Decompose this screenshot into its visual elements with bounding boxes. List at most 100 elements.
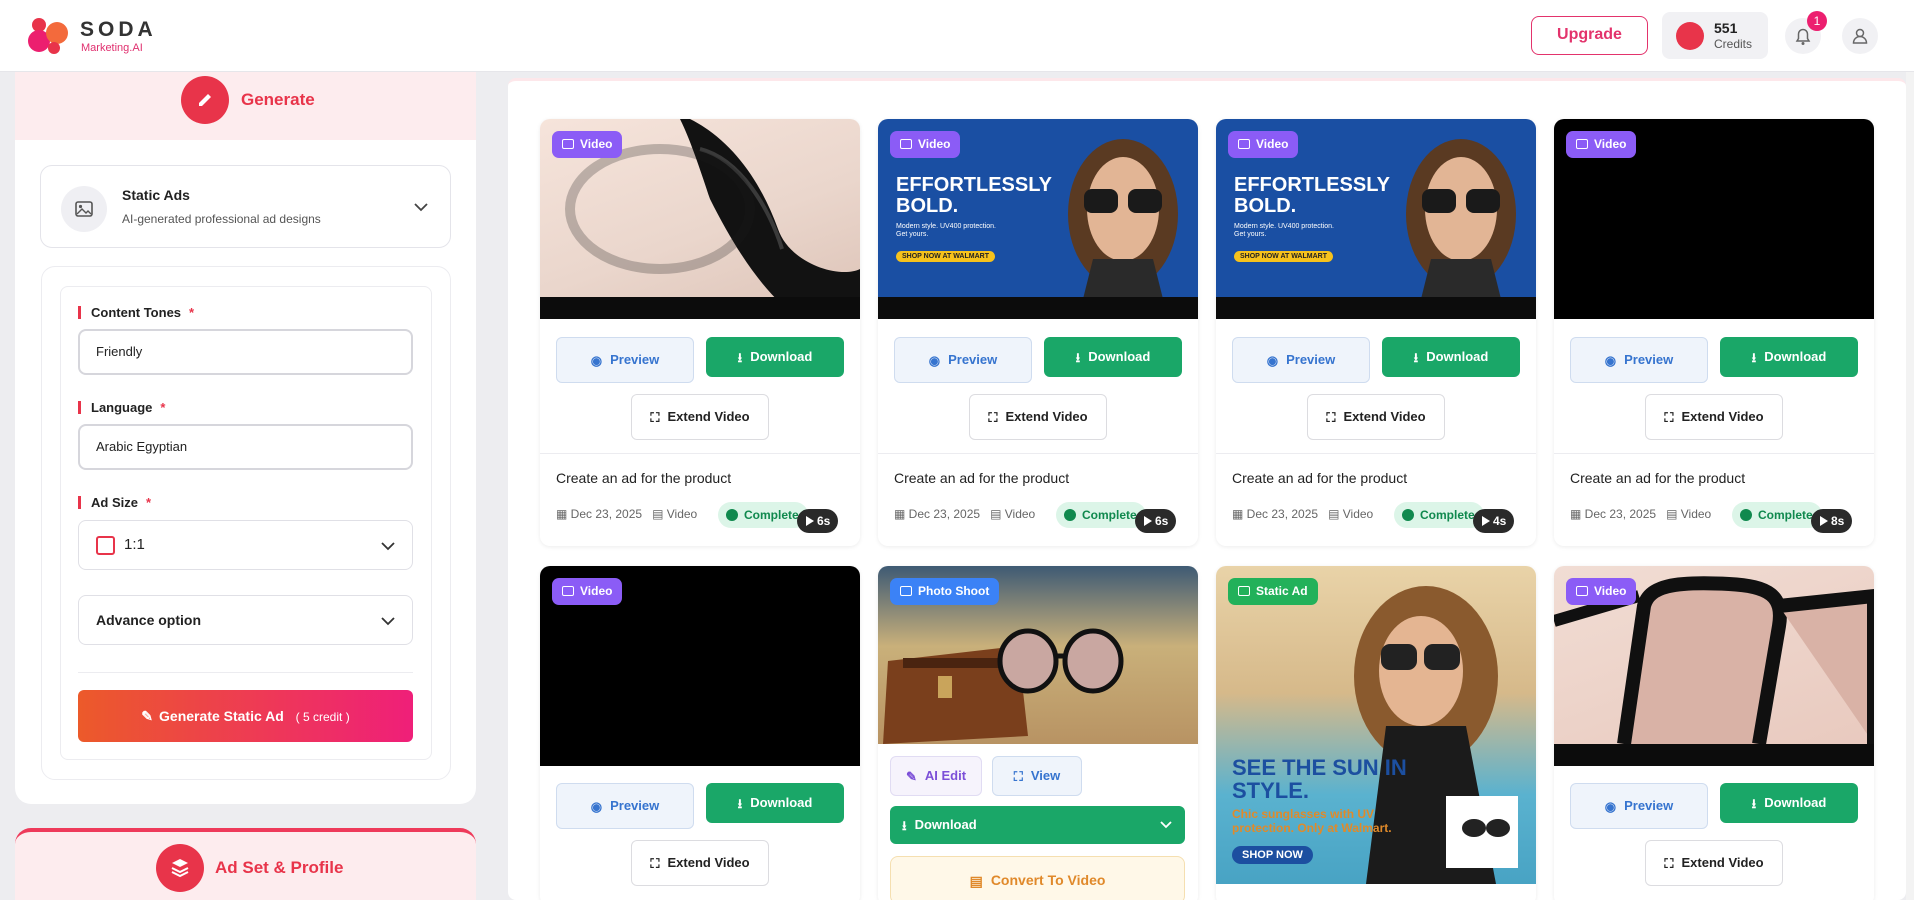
film-icon — [1576, 139, 1588, 149]
preview-label: Preview — [1286, 352, 1336, 367]
tones-label-text: Content Tones — [91, 305, 182, 320]
download-icon: ⭳ — [1075, 349, 1081, 365]
credits-label: Credits — [1714, 37, 1753, 51]
generate-button-label: Generate Static Ad — [159, 708, 284, 724]
card-divider — [1554, 453, 1874, 454]
chevron-down-icon — [381, 542, 395, 551]
view-button[interactable]: ⛶ View — [992, 756, 1082, 796]
status-badge: Completed — [718, 502, 808, 528]
required-mark: * — [189, 305, 195, 320]
download-button[interactable]: ⭳ Download — [1382, 337, 1520, 377]
static-ad-thumbnail[interactable] — [1216, 566, 1536, 884]
extend-video-button[interactable]: ⛶ Extend Video — [631, 840, 769, 886]
gallery-area: Video ◉ Preview ⭳ Download ⛶ Extend Video C… — [508, 78, 1906, 900]
download-icon: ⭳ — [1413, 349, 1419, 365]
preview-label: Preview — [1624, 352, 1674, 367]
calendar-icon: ▦ — [556, 507, 571, 521]
type-tag: Video — [552, 578, 623, 605]
download-button[interactable]: ⭳ Download — [706, 337, 844, 377]
duration-label: 8s — [1831, 514, 1845, 528]
type-tag: Video — [552, 131, 623, 158]
extend-video-button[interactable]: ⛶ Extend Video — [1645, 840, 1783, 886]
type-tag: Video — [890, 131, 961, 158]
ad-size-select[interactable]: 1:1 — [78, 520, 413, 570]
film-icon: ▤ — [1666, 507, 1681, 521]
user-menu-button[interactable] — [1842, 18, 1878, 54]
required-mark: * — [160, 400, 166, 415]
card-kind: Video — [1004, 507, 1036, 521]
ad-body: Chic sunglasses with UV protection. Only… — [1232, 807, 1392, 835]
extend-video-button[interactable]: ⛶ Extend Video — [1307, 394, 1445, 440]
extend-video-button[interactable]: ⛶ Extend Video — [631, 394, 769, 440]
preview-button[interactable]: ◉ Preview — [556, 337, 694, 383]
chevron-down-icon — [414, 203, 428, 212]
top-header: SODA Marketing.AI Upgrade 551 Credits 1 — [0, 0, 1914, 72]
credits-chip[interactable]: 551 Credits — [1662, 12, 1768, 59]
advance-option-toggle[interactable]: Advance option — [78, 595, 413, 645]
ai-edit-button[interactable]: ✎ AI Edit — [890, 756, 982, 796]
card-meta: ▦ Dec 23, 2025 ▤ Video — [894, 507, 1035, 521]
ad-cta: SHOP NOW AT WALMART — [896, 251, 995, 262]
video-card: EFFORTLESSLY BOLD. Modern style. UV400 p… — [1216, 119, 1536, 546]
film-icon: ▤ — [652, 507, 667, 521]
generate-static-ad-button[interactable]: ✎ Generate Static Ad ( 5 credit ) — [78, 690, 413, 742]
extend-video-button[interactable]: ⛶ Extend Video — [969, 394, 1107, 440]
type-tag: Video — [1566, 131, 1637, 158]
eye-icon: ◉ — [1266, 352, 1279, 368]
language-input[interactable]: Arabic Egyptian — [78, 424, 413, 470]
download-button[interactable]: ⭳ Download — [1720, 337, 1858, 377]
advance-option-label: Advance option — [96, 612, 202, 628]
duration-label: 6s — [1155, 514, 1169, 528]
view-label: View — [1030, 768, 1061, 783]
logo-subtitle: Marketing.AI — [81, 42, 143, 54]
preview-button[interactable]: ◉ Preview — [1570, 783, 1708, 829]
ad-type-selector[interactable] — [40, 165, 451, 248]
card-caption: Create an ad for the product — [894, 470, 1070, 486]
page-scrollbar[interactable] — [1906, 72, 1914, 900]
download-button[interactable]: ⭳ Download — [706, 783, 844, 823]
play-icon — [1482, 516, 1490, 526]
download-button[interactable]: ⭳ Download — [1044, 337, 1182, 377]
preview-button[interactable]: ◉ Preview — [894, 337, 1032, 383]
type-tag-label: Video — [580, 584, 613, 598]
film-icon — [562, 139, 574, 149]
film-icon: ▤ — [1328, 507, 1343, 521]
type-tag-label: Static Ad — [1256, 584, 1308, 598]
chevron-down-icon — [1160, 821, 1172, 829]
card-divider — [540, 453, 860, 454]
duration-label: 4s — [1493, 514, 1507, 528]
download-icon: ⭳ — [737, 349, 743, 365]
layers-icon — [171, 859, 189, 878]
download-icon: ⭳ — [1751, 795, 1757, 811]
convert-to-video-button[interactable]: ▤ Convert To Video — [890, 856, 1185, 900]
chevron-down-icon — [381, 617, 395, 626]
duration-badge: 6s — [1135, 509, 1177, 533]
convert-label: Convert To Video — [990, 872, 1106, 888]
extend-label: Extend Video — [667, 409, 750, 424]
soda-logo[interactable]: SODA Marketing.AI — [28, 14, 158, 58]
card-meta: ▦ Dec 23, 2025 ▤ Video — [1232, 507, 1373, 521]
calendar-icon: ▦ — [1232, 507, 1247, 521]
upgrade-button[interactable]: Upgrade — [1531, 16, 1648, 55]
user-icon — [1852, 28, 1868, 44]
card-divider — [1216, 453, 1536, 454]
download-button[interactable]: ⭳ Download — [1720, 783, 1858, 823]
extend-video-button[interactable]: ⛶ Extend Video — [1645, 394, 1783, 440]
status-badge: Completed — [1394, 502, 1484, 528]
preview-button[interactable]: ◉ Preview — [1232, 337, 1370, 383]
video-card: Video ◉ Preview ⭳ Download ⛶ Extend Video — [1554, 566, 1874, 900]
static-ad-card: SEE THE SUN IN STYLE. Chic sunglasses wi… — [1216, 566, 1536, 900]
status-badge: Completed — [1732, 502, 1822, 528]
preview-label: Preview — [610, 352, 660, 367]
film-icon: ▤ — [969, 873, 983, 890]
play-icon — [806, 516, 814, 526]
extend-label: Extend Video — [667, 855, 750, 870]
preview-button[interactable]: ◉ Preview — [1570, 337, 1708, 383]
eye-icon: ◉ — [928, 352, 941, 368]
status-dot — [1740, 509, 1752, 521]
download-dropdown-button[interactable]: ⭳ Download — [890, 806, 1185, 844]
content-tones-input[interactable]: Friendly — [78, 329, 413, 375]
preview-button[interactable]: ◉ Preview — [556, 783, 694, 829]
generate-header: Generate — [15, 72, 476, 140]
preview-label: Preview — [948, 352, 998, 367]
